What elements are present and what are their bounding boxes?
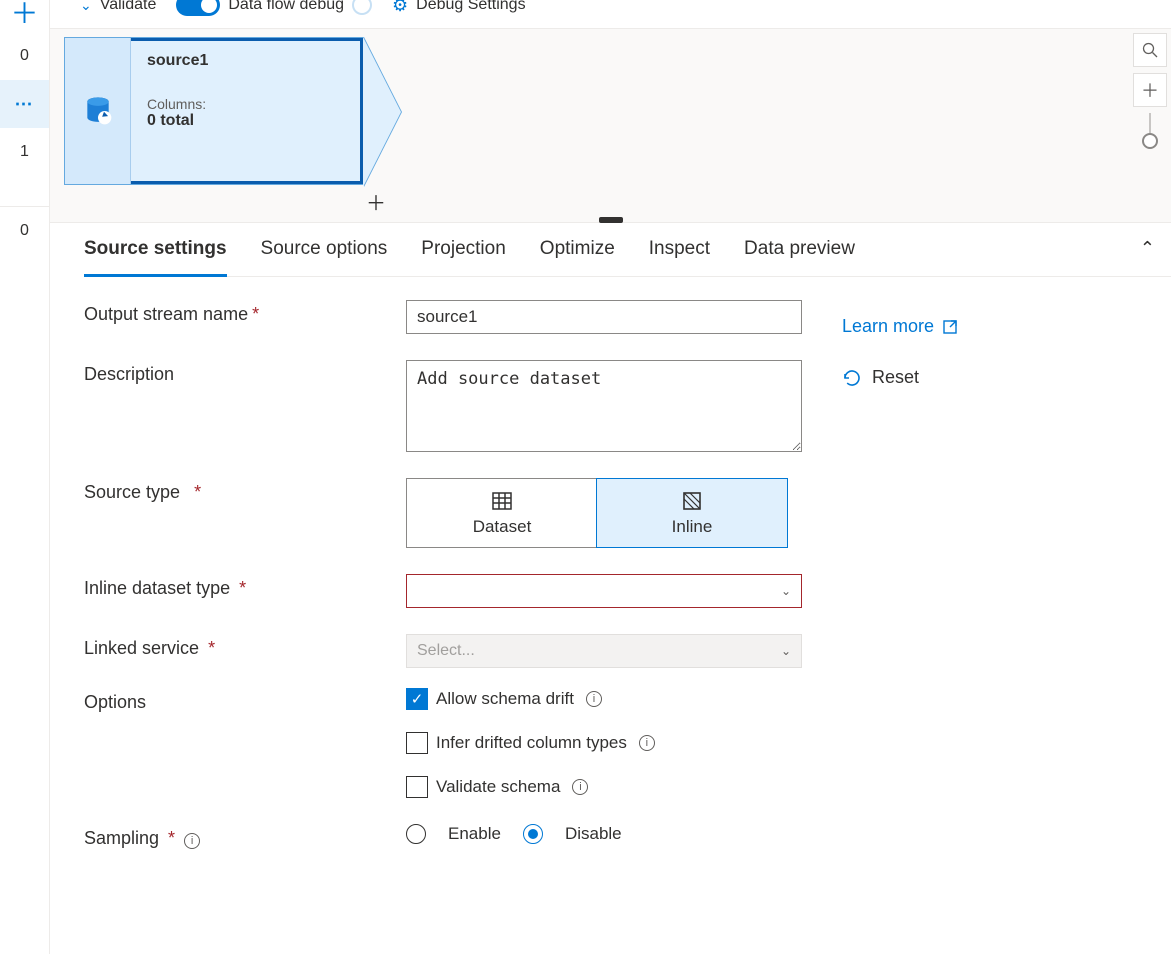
ellipsis-icon: ⋯: [15, 94, 35, 115]
table-icon: [490, 489, 514, 513]
source-node-icon-col: [65, 38, 131, 184]
settings-tabs: Source settings Source options Projectio…: [84, 238, 1171, 277]
tab-source-settings[interactable]: Source settings: [84, 238, 227, 277]
canvas-search-button[interactable]: [1133, 33, 1167, 67]
settings-icon: ⚙: [392, 0, 408, 16]
inline-dataset-type-select[interactable]: ⌄: [406, 574, 802, 608]
linked-service-select[interactable]: Select... ⌄: [406, 634, 802, 668]
canvas-zoom-in-button[interactable]: ＋: [1133, 73, 1167, 107]
rail-counter-0[interactable]: 0: [0, 32, 49, 80]
sampling-enable-label: Enable: [448, 824, 501, 844]
toggle-on-icon: [176, 0, 220, 16]
tab-projection[interactable]: Projection: [421, 238, 506, 266]
description-label: Description: [84, 360, 406, 385]
tab-inspect[interactable]: Inspect: [649, 238, 710, 266]
info-icon[interactable]: i: [586, 691, 602, 707]
top-toolbar: ⌄ Validate Data flow debug ⚙ Debug Setti…: [70, 0, 1171, 20]
source-node-title: source1: [147, 52, 208, 70]
database-icon: [82, 95, 114, 127]
source-type-segmented: Dataset Inline: [406, 478, 788, 548]
debug-settings-button[interactable]: ⚙ Debug Settings: [392, 0, 526, 16]
rail-spacer: [0, 176, 49, 206]
external-link-icon: [942, 319, 958, 335]
source-type-label: Source type *: [84, 478, 406, 503]
source-type-dataset[interactable]: Dataset: [407, 479, 597, 547]
source-settings-panel: Output stream name* Description Source t…: [84, 300, 1161, 875]
inline-icon: [680, 489, 704, 513]
rail-counter-1[interactable]: 1: [0, 128, 49, 176]
tab-source-options[interactable]: Source options: [261, 238, 388, 266]
validate-schema-label: Validate schema: [436, 777, 560, 797]
reset-icon: [842, 368, 862, 388]
chevron-down-icon: ⌄: [781, 584, 791, 598]
spinner-icon: [352, 0, 372, 15]
add-icon[interactable]: ＋: [10, 0, 38, 32]
options-label: Options: [84, 688, 406, 713]
info-icon[interactable]: i: [184, 833, 200, 849]
validate-label: Validate: [100, 0, 157, 14]
learn-more-link[interactable]: Learn more: [842, 316, 958, 337]
add-branch-icon[interactable]: ＋: [366, 187, 386, 216]
source-type-inline[interactable]: Inline: [596, 478, 788, 548]
allow-schema-drift-label: Allow schema drift: [436, 689, 574, 709]
debug-toggle[interactable]: Data flow debug: [176, 0, 372, 16]
source-node-cols-val: 0 total: [147, 112, 208, 130]
validate-schema-checkbox[interactable]: [406, 776, 428, 798]
dataflow-canvas[interactable]: source1 Columns: 0 total ＋ ＋: [50, 28, 1171, 223]
chevron-down-icon: ⌄: [781, 644, 791, 658]
debug-settings-label: Debug Settings: [416, 0, 525, 14]
reset-button[interactable]: Reset: [842, 367, 958, 388]
allow-schema-drift-checkbox[interactable]: ✓: [406, 688, 428, 710]
output-stream-name-label: Output stream name*: [84, 300, 406, 325]
zoom-slider[interactable]: [1149, 113, 1151, 141]
inline-dataset-type-label: Inline dataset type *: [84, 574, 406, 599]
sampling-disable-radio[interactable]: [523, 824, 543, 844]
description-input[interactable]: [406, 360, 802, 452]
sampling-enable-radio[interactable]: [406, 824, 426, 844]
zoom-slider-knob[interactable]: [1142, 133, 1158, 149]
infer-drifted-types-label: Infer drifted column types: [436, 733, 627, 753]
info-icon[interactable]: i: [639, 735, 655, 751]
source-node-cols-label: Columns:: [147, 96, 208, 112]
chevron-down-icon: ⌄: [80, 0, 92, 14]
tab-optimize[interactable]: Optimize: [540, 238, 615, 266]
source-node[interactable]: source1 Columns: 0 total: [64, 37, 364, 185]
search-icon: [1142, 42, 1158, 58]
validate-button[interactable]: ⌄ Validate: [80, 0, 156, 14]
collapse-panel-icon[interactable]: ⌃: [1140, 238, 1155, 259]
debug-label: Data flow debug: [228, 0, 344, 14]
panel-resize-handle[interactable]: [599, 217, 623, 223]
sampling-disable-label: Disable: [565, 824, 622, 844]
left-rail: ＋ 0 ⋯ 1 0: [0, 0, 50, 954]
infer-drifted-types-checkbox[interactable]: [406, 732, 428, 754]
linked-service-label: Linked service *: [84, 634, 406, 659]
rail-counter-sel[interactable]: ⋯: [0, 80, 49, 128]
tab-data-preview[interactable]: Data preview: [744, 238, 855, 266]
sampling-label: Sampling * i: [84, 824, 406, 849]
rail-counter-2[interactable]: 0: [0, 206, 49, 254]
info-icon[interactable]: i: [572, 779, 588, 795]
output-stream-name-input[interactable]: [406, 300, 802, 334]
